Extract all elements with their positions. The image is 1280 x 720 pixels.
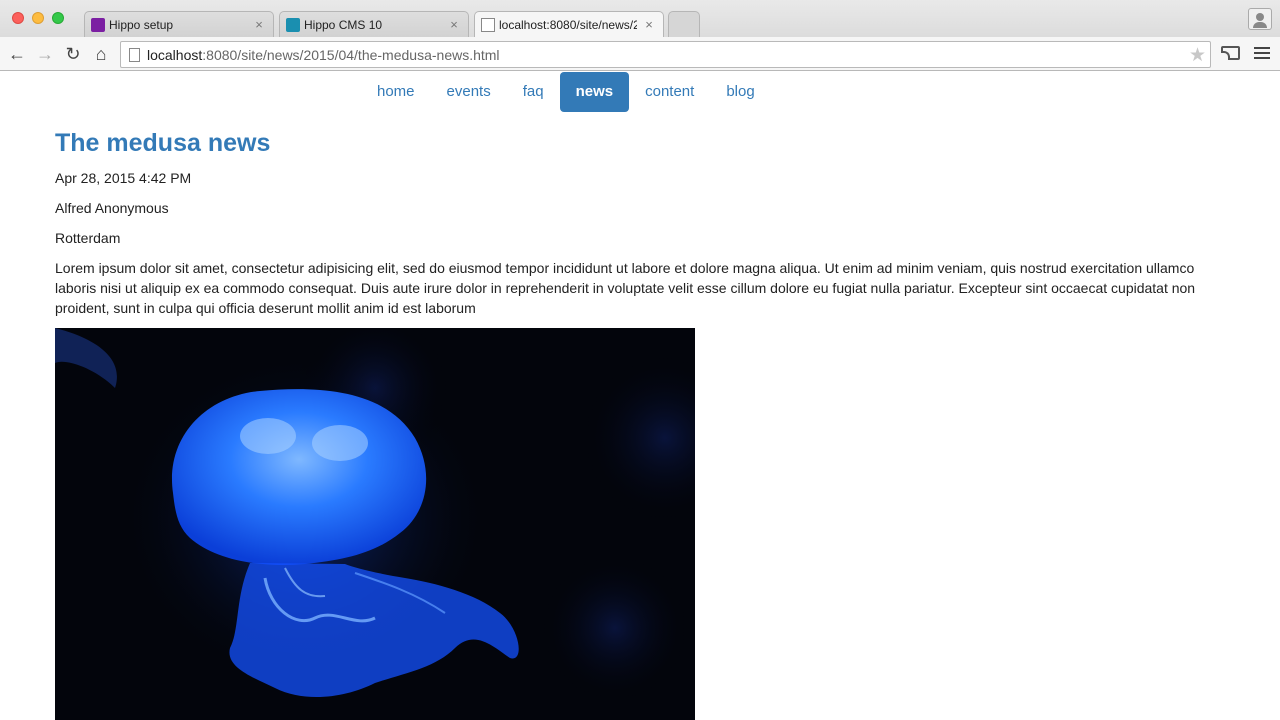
window-close-button[interactable] [12, 12, 24, 24]
browser-titlebar: Hippo setup × Hippo CMS 10 × localhost:8… [0, 0, 1280, 37]
url-text[interactable]: localhost:8080/site/news/2015/04/the-med… [147, 47, 500, 63]
article-body: Lorem ipsum dolor sit amet, consectetur … [55, 260, 1196, 316]
address-bar[interactable]: localhost:8080/site/news/2015/04/the-med… [120, 41, 1211, 68]
profile-icon[interactable] [1248, 8, 1272, 30]
bookmark-star-icon[interactable]: ★ [1189, 44, 1206, 67]
tab-title: Hippo CMS 10 [304, 17, 383, 32]
url-host: localhost [147, 47, 203, 63]
article-location: Rotterdam [55, 230, 121, 246]
nav-item-home[interactable]: home [361, 72, 431, 112]
nav-item-faq[interactable]: faq [507, 72, 560, 112]
nav-item-blog[interactable]: blog [710, 72, 770, 112]
new-tab-button[interactable] [668, 11, 700, 37]
close-icon[interactable]: × [253, 17, 265, 32]
nav-item-news[interactable]: news [559, 72, 630, 112]
page-viewport: home events faq news content blog The me… [0, 72, 1280, 720]
cast-icon[interactable] [1221, 46, 1240, 60]
url-path: :8080/site/news/2015/04/the-medusa-news.… [202, 47, 500, 63]
hippo-icon [91, 17, 105, 32]
article-title: The medusa news [55, 129, 271, 157]
browser-toolbar: ← → ↻ ⌂ localhost:8080/site/news/2015/04… [0, 37, 1280, 71]
jellyfish-illustration [55, 328, 695, 708]
browser-tab-medusa-news[interactable]: localhost:8080/site/news/2 × [474, 11, 664, 37]
browser-tab-hippo-cms[interactable]: Hippo CMS 10 × [279, 11, 469, 37]
page-icon [481, 17, 495, 32]
browser-tab-hippo-setup[interactable]: Hippo setup × [84, 11, 274, 37]
jellyfish-image [55, 328, 695, 720]
article-author: Alfred Anonymous [55, 200, 169, 216]
forward-arrow-icon[interactable]: → [34, 43, 56, 65]
close-icon[interactable]: × [643, 17, 655, 32]
tab-title: localhost:8080/site/news/2 [499, 17, 637, 32]
menu-icon[interactable] [1254, 47, 1270, 61]
nav-item-events[interactable]: events [431, 72, 507, 112]
nav-item-content[interactable]: content [629, 72, 710, 112]
close-icon[interactable]: × [448, 17, 460, 32]
site-navigation: home events faq news content blog [361, 72, 771, 112]
window-maximize-button[interactable] [52, 12, 64, 24]
window-minimize-button[interactable] [32, 12, 44, 24]
reload-icon[interactable]: ↻ [62, 43, 84, 65]
back-arrow-icon[interactable]: ← [6, 43, 28, 65]
article: The medusa news Apr 28, 2015 4:42 PM Alf… [55, 129, 1225, 318]
home-icon[interactable]: ⌂ [90, 43, 112, 65]
tab-title: Hippo setup [109, 17, 174, 32]
cms-icon [286, 17, 300, 32]
article-date: Apr 28, 2015 4:42 PM [55, 170, 192, 186]
page-icon [129, 48, 140, 62]
